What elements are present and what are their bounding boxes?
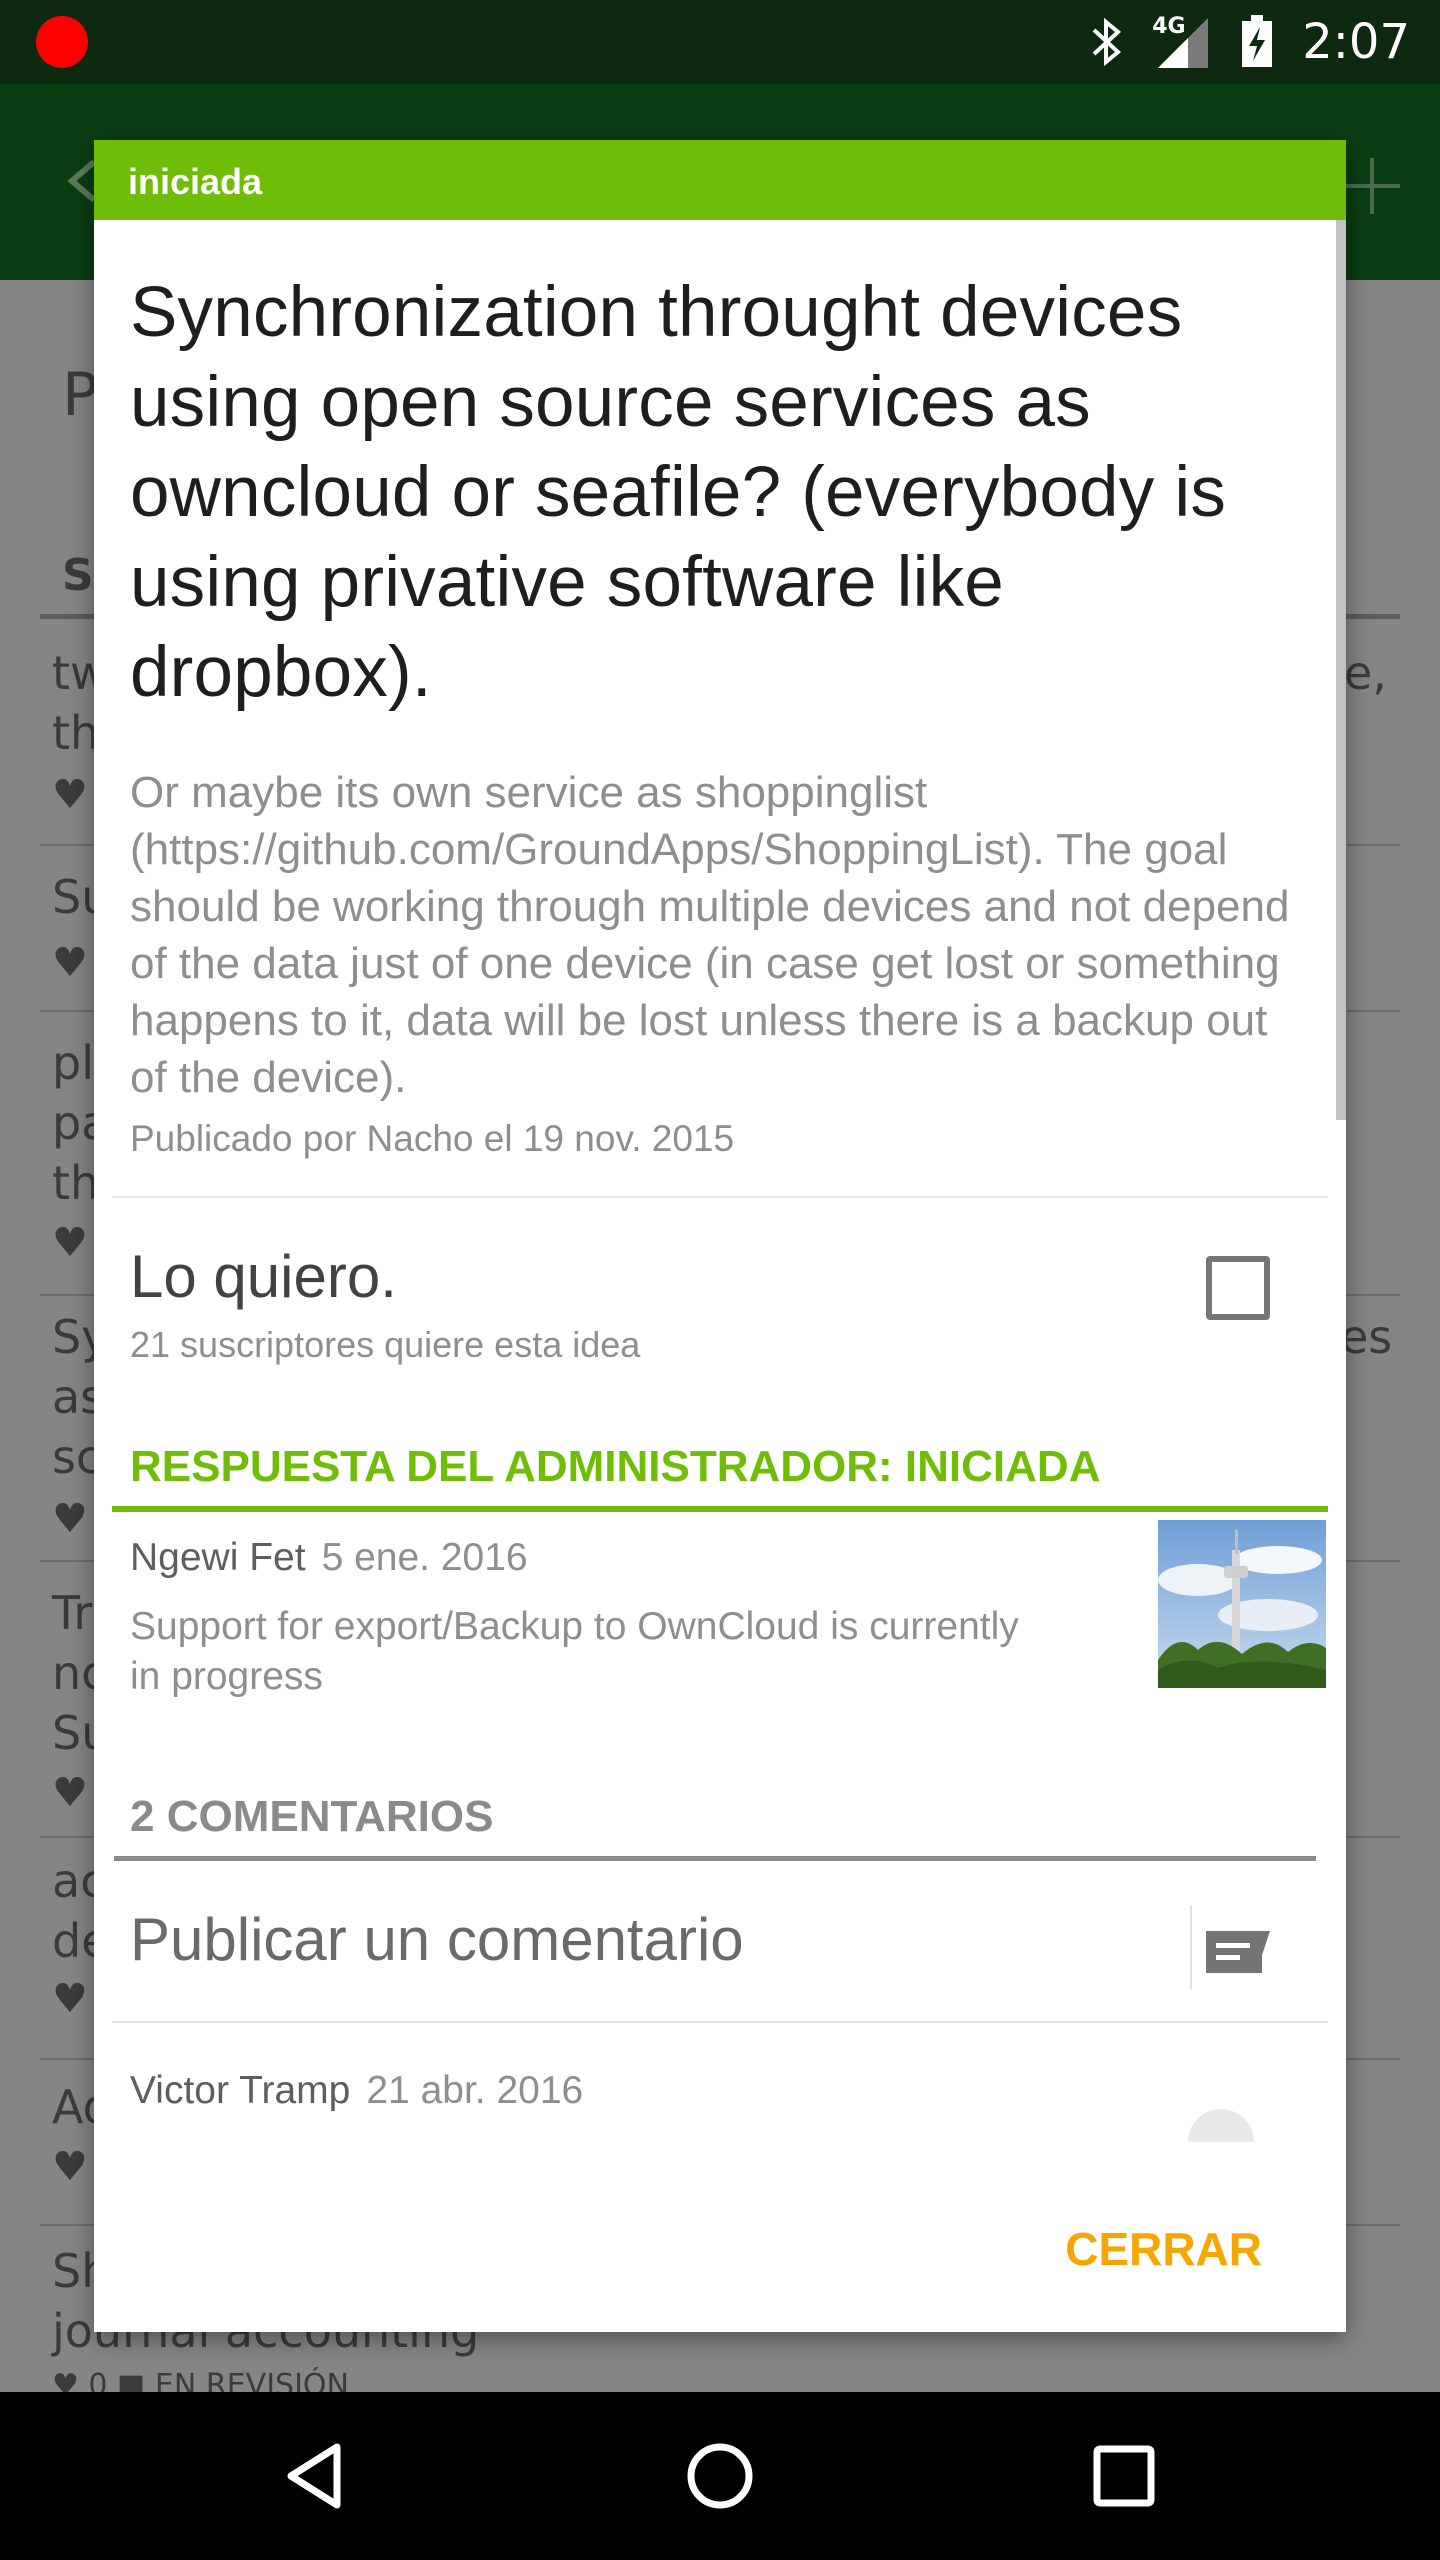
send-comment-icon[interactable] [1202,1921,1274,1981]
navigation-bar [0,2392,1440,2560]
admin-avatar [1158,1520,1326,1688]
comments-heading: 2 COMENTARIOS [130,1792,494,1841]
heart-icon: ♥ [52,2144,88,2190]
comment-input-row[interactable]: Publicar un comentario [130,1861,1310,2021]
dialog-footer: CERRAR [94,2172,1346,2332]
background-title: P [62,360,99,430]
subscriber-count: 21 suscriptores quiere esta idea [130,1324,641,1365]
recents-icon[interactable] [1074,2426,1174,2526]
comment-input[interactable]: Publicar un comentario [130,1905,744,1974]
bg-row-text: es [1340,1310,1393,1364]
back-icon[interactable] [266,2426,366,2526]
heart-icon: ♥ [52,772,88,818]
bluetooth-icon [1090,16,1124,68]
bg-row-text: Tr [52,1586,93,1640]
dialog-scroll-content[interactable]: Synchronization throught devices using o… [94,268,1346,2173]
comment-separator [1190,1905,1192,1989]
comment-date: 21 abr. 2016 [366,2069,584,2112]
heart-icon: ♥ [52,1976,88,2022]
comment-author: Victor Tramp [130,2069,351,2112]
comment-avatar [1188,2109,1254,2142]
admin-date: 5 ene. 2016 [321,1536,528,1579]
bg-row-text: th [52,706,100,760]
bg-row-status: ♥ 0 ■ EN REVISIÓN [52,2368,349,2392]
idea-title: Synchronization throught devices using o… [130,273,1227,712]
admin-author: Ngewi Fet [130,1536,306,1579]
vote-label: Lo quiero. [130,1243,397,1310]
clock: 2:07 [1302,14,1410,70]
comment-author-line: Victor Tramp 21 abr. 2016 [130,2069,583,2113]
vote-row[interactable]: Lo quiero. 21 suscriptores quiere esta i… [130,1198,1310,1398]
home-icon[interactable] [670,2426,770,2526]
want-it-checkbox[interactable] [1206,1256,1270,1320]
published-meta: Publicado por Nacho el 19 nov. 2015 [130,1118,735,1159]
bg-row-text: e, [1344,646,1387,700]
admin-response-heading: RESPUESTA DEL ADMINISTRADOR: INICIADA [130,1442,1101,1491]
admin-author-line: Ngewi Fet 5 ene. 2016 [130,1536,528,1580]
heart-icon: ♥ [52,1496,88,1542]
bg-row-text: th [52,1156,100,1210]
signal-4g-icon: 4G [1152,14,1212,70]
heart-icon: ♥ [52,940,88,986]
status-header: iniciada [94,140,1346,220]
heart-icon: ♥ [52,1220,88,1266]
idea-detail-dialog: iniciada Synchronization throught device… [94,140,1346,2332]
comment-item: Victor Tramp 21 abr. 2016 [130,2023,1310,2173]
admin-response-text: Support for export/Backup to OwnCloud is… [130,1605,1019,1698]
status-icons: 4G 2:07 [1090,10,1410,74]
status-bar: 4G 2:07 [0,0,1440,84]
bg-row-text: pl [52,1036,94,1090]
battery-charging-icon [1240,15,1274,69]
close-button[interactable]: CERRAR [1065,2206,1262,2292]
heart-icon: ♥ [52,1770,88,1816]
idea-description: Or maybe its own service as shoppinglist… [130,768,1290,1102]
admin-response: Ngewi Fet 5 ene. 2016 Support for export/… [130,1512,1326,1792]
recording-dot-icon [36,16,88,68]
background-section: S [62,550,94,601]
add-icon[interactable] [1340,154,1404,218]
